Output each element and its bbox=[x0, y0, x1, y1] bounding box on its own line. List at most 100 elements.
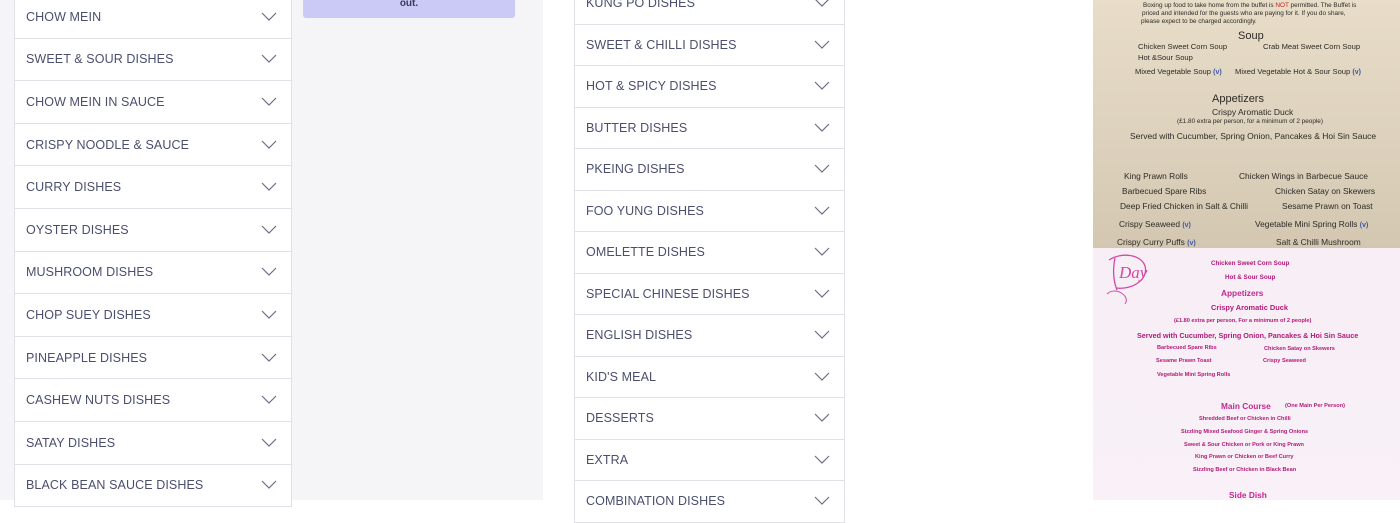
photo2-appetizer: Chicken Satay on Skewers bbox=[1264, 346, 1335, 352]
photo2-appetizers-heading: Appetizers bbox=[1221, 288, 1264, 298]
category-accordion-item[interactable]: CHOP SUEY DISHES bbox=[14, 294, 292, 337]
category-label: SPECIAL CHINESE DISHES bbox=[586, 286, 750, 301]
photo2-side-heading: Side Dish bbox=[1229, 490, 1267, 500]
photo2-duck: Crispy Aromatic Duck bbox=[1211, 303, 1288, 312]
photo1-appetizer: Salt & Chilli Mushroom bbox=[1276, 237, 1361, 247]
category-label: BLACK BEAN SAUCE DISHES bbox=[26, 478, 204, 493]
category-accordion-item[interactable]: BLACK BEAN SAUCE DISHES bbox=[14, 464, 292, 508]
category-label: COMBINATION DISHES bbox=[586, 494, 726, 509]
photo1-intro-line-2: priced and intended for the guests who a… bbox=[1142, 10, 1346, 17]
category-accordion-item[interactable]: KID'S MEAL bbox=[574, 356, 845, 398]
photo2-main-item: Sizzling Beef or Chicken in Black Bean bbox=[1193, 467, 1297, 473]
photo2-main-item: Sizzling Mixed Seafood Ginger & Spring O… bbox=[1181, 429, 1309, 435]
category-accordion-item[interactable]: PINEAPPLE DISHES bbox=[14, 336, 292, 380]
photo2-appetizer: Barbecued Spare Ribs bbox=[1157, 345, 1217, 351]
photo1-duck: Crispy Aromatic Duck bbox=[1212, 107, 1294, 117]
chevron-down-icon[interactable] bbox=[261, 12, 277, 22]
menu-photo-buffet: Boxing up food to take home from the buf… bbox=[1093, 0, 1400, 248]
chevron-down-icon[interactable] bbox=[814, 330, 830, 340]
category-accordion-item[interactable]: DESSERTS bbox=[574, 398, 845, 440]
category-label: SWEET & CHILLI DISHES bbox=[586, 37, 737, 52]
chevron-down-icon[interactable] bbox=[814, 289, 830, 299]
chevron-down-icon[interactable] bbox=[814, 247, 830, 257]
photo2-main-item: King Prawn or Chicken or Beef Curry bbox=[1195, 454, 1294, 460]
menu-category-list-middle: KUNG PO DISHES SWEET & CHILLI DISHES HOT &… bbox=[574, 0, 845, 523]
category-accordion-item[interactable]: OYSTER DISHES bbox=[14, 208, 292, 252]
category-label: PINEAPPLE DISHES bbox=[26, 350, 148, 365]
chevron-down-icon[interactable] bbox=[261, 140, 277, 150]
category-accordion-item[interactable]: KUNG PO DISHES bbox=[574, 0, 845, 25]
chevron-down-icon[interactable] bbox=[814, 164, 830, 174]
photo2-main-item: Sweet & Sour Chicken or Pork or King Pra… bbox=[1184, 442, 1304, 448]
notice-banner: out. bbox=[303, 0, 515, 18]
photo1-soup-text: Mixed Vegetable Soup bbox=[1135, 67, 1211, 76]
photo1-intro-text: permitted. The Buffet is bbox=[1288, 2, 1357, 9]
menu-category-list-left: CHOW MEIN SWEET & SOUR DISHES CHOW MEIN IN… bbox=[14, 0, 292, 508]
chevron-down-icon[interactable] bbox=[814, 372, 830, 382]
photo2-appetizer: Sesame Prawn Toast bbox=[1156, 358, 1212, 364]
category-accordion-item[interactable]: EXTRA bbox=[574, 439, 845, 481]
photo2-soup-item: Hot & Sour Soup bbox=[1225, 274, 1276, 281]
category-accordion-item[interactable]: MUSHROOM DISHES bbox=[14, 251, 292, 295]
notice-text: out. bbox=[399, 0, 419, 9]
chevron-down-icon[interactable] bbox=[261, 480, 277, 490]
category-accordion-item[interactable]: CHOW MEIN IN SAUCE bbox=[14, 81, 292, 124]
category-accordion-item[interactable]: SWEET & SOUR DISHES bbox=[14, 38, 292, 82]
category-accordion-item[interactable]: BUTTER DISHES bbox=[574, 107, 845, 149]
chevron-down-icon[interactable] bbox=[814, 81, 830, 91]
category-accordion-item[interactable]: ENGLISH DISHES bbox=[574, 315, 845, 357]
category-label: CHOP SUEY DISHES bbox=[26, 307, 151, 322]
category-accordion-item[interactable]: COMBINATION DISHES bbox=[574, 481, 845, 523]
chevron-down-icon[interactable] bbox=[261, 438, 277, 448]
vegetarian-badge: (v) bbox=[1187, 240, 1196, 247]
photo1-appetizer: Crispy Curry Puffs (v) bbox=[1117, 237, 1196, 247]
category-label: BUTTER DISHES bbox=[586, 120, 688, 135]
category-accordion-item[interactable]: CRISPY NOODLE & SAUCE bbox=[14, 123, 292, 167]
photo2-main-note: (One Main Per Person) bbox=[1285, 403, 1345, 409]
category-accordion-item[interactable]: CASHEW NUTS DISHES bbox=[14, 379, 292, 422]
photo1-appetizer: Deep Fried Chicken in Salt & Chilli bbox=[1120, 201, 1249, 211]
chevron-down-icon[interactable] bbox=[261, 395, 277, 405]
chevron-down-icon[interactable] bbox=[261, 225, 277, 235]
category-accordion-item[interactable]: CURRY DISHES bbox=[14, 166, 292, 209]
category-accordion-item[interactable]: OMELETTE DISHES bbox=[574, 232, 845, 274]
chevron-down-icon[interactable] bbox=[261, 310, 277, 320]
chevron-down-icon[interactable] bbox=[261, 267, 277, 277]
photo1-appetizer: Sesame Prawn on Toast bbox=[1282, 201, 1373, 211]
vegetarian-badge: (v) bbox=[1352, 69, 1361, 76]
category-label: CASHEW NUTS DISHES bbox=[26, 393, 171, 408]
category-label: PKEING DISHES bbox=[586, 162, 685, 177]
category-accordion-item[interactable]: SPECIAL CHINESE DISHES bbox=[574, 273, 845, 315]
chevron-down-icon[interactable] bbox=[814, 455, 830, 465]
photo1-intro-line-1: Boxing up food to take home from the buf… bbox=[1143, 2, 1356, 9]
photo1-appetizer: Barbecued Spare Ribs bbox=[1122, 186, 1207, 196]
chevron-down-icon[interactable] bbox=[814, 0, 830, 8]
chevron-down-icon[interactable] bbox=[814, 40, 830, 50]
category-label: KUNG PO DISHES bbox=[586, 0, 696, 11]
category-accordion-item[interactable]: HOT & SPICY DISHES bbox=[574, 66, 845, 108]
chevron-down-icon[interactable] bbox=[261, 54, 277, 64]
chevron-down-icon[interactable] bbox=[261, 353, 277, 363]
chevron-down-icon[interactable] bbox=[814, 413, 830, 423]
chevron-down-icon[interactable] bbox=[261, 182, 277, 192]
photo1-appetizer: Crispy Seaweed (v) bbox=[1119, 219, 1191, 229]
day-logo-image: Day bbox=[1106, 254, 1148, 305]
chevron-down-icon[interactable] bbox=[814, 496, 830, 506]
chevron-down-icon[interactable] bbox=[261, 97, 277, 107]
category-label: CRISPY NOODLE & SAUCE bbox=[26, 137, 190, 152]
photo2-appetizer: Crispy Seaweed bbox=[1263, 358, 1306, 364]
category-label: HOT & SPICY DISHES bbox=[586, 79, 717, 94]
category-label: CURRY DISHES bbox=[26, 180, 122, 195]
chevron-down-icon[interactable] bbox=[814, 123, 830, 133]
category-accordion-item[interactable]: SWEET & CHILLI DISHES bbox=[574, 24, 845, 66]
photo2-soup-item: Chicken Sweet Corn Soup bbox=[1211, 260, 1290, 267]
photo1-soup-heading: Soup bbox=[1238, 30, 1264, 42]
category-accordion-item[interactable]: PKEING DISHES bbox=[574, 149, 845, 191]
photo1-soup-item: Crab Meat Sweet Corn Soup bbox=[1263, 42, 1361, 51]
photo1-appetizer: Chicken Satay on Skewers bbox=[1275, 186, 1376, 196]
category-accordion-item[interactable]: CHOW MEIN bbox=[14, 0, 292, 39]
category-accordion-item[interactable]: SATAY DISHES bbox=[14, 421, 292, 465]
chevron-down-icon[interactable] bbox=[814, 206, 830, 216]
category-accordion-item[interactable]: FOO YUNG DISHES bbox=[574, 190, 845, 232]
photo1-appetizer-text: Crispy Seaweed bbox=[1119, 219, 1180, 229]
